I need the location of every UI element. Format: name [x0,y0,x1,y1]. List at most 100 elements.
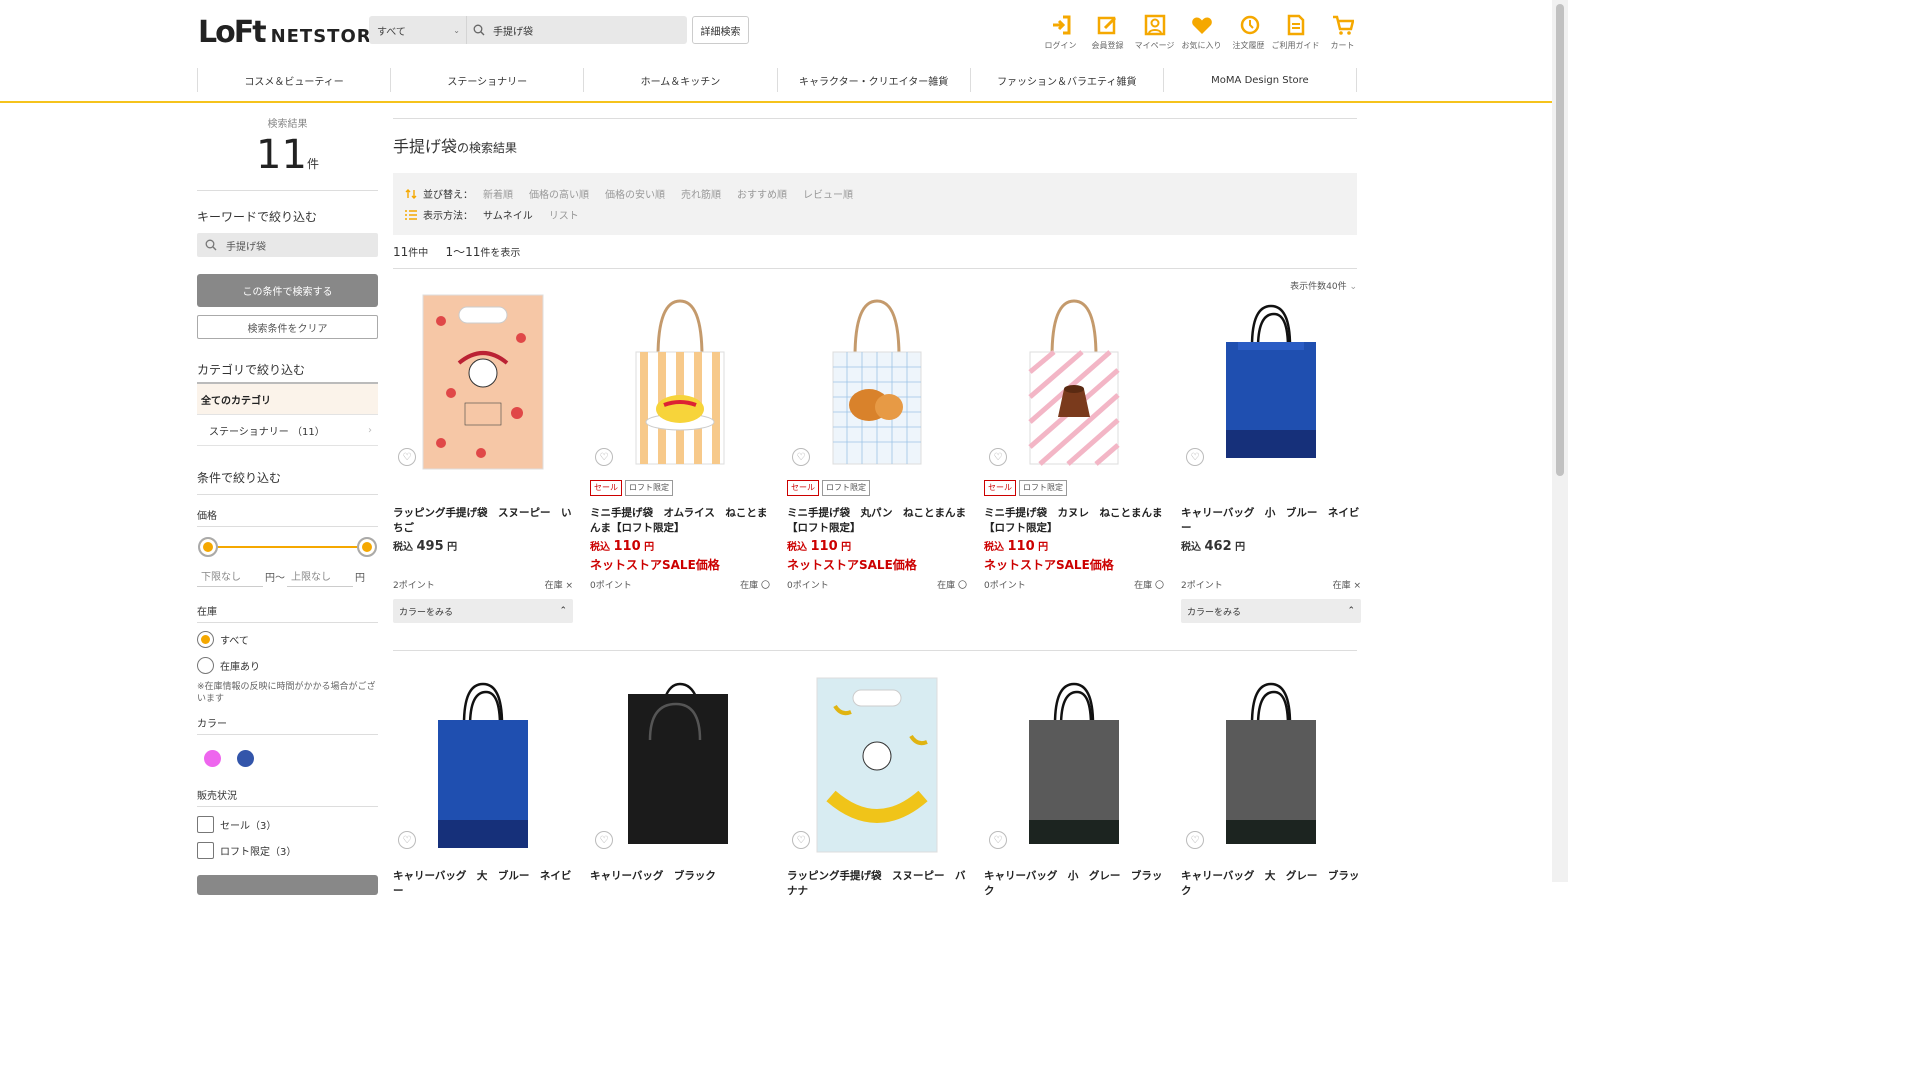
nav-stationery[interactable]: ステーショナリー [390,68,583,92]
color-swatch-pink[interactable] [204,750,221,767]
favorite-heart-icon[interactable]: ♡ [398,448,416,466]
favorite-heart-icon[interactable]: ♡ [595,831,613,849]
sort-price-high[interactable]: 価格の高い順 [529,186,589,201]
product-image[interactable]: ♡ [787,675,967,855]
price-slider-min-handle[interactable] [198,537,218,557]
sale-tag: セール [984,480,1016,496]
sort-newest[interactable]: 新着順 [483,186,513,201]
product-card[interactable]: ♡ キャリーバッグ 大 グレー ブラック [1181,675,1361,899]
history-link[interactable]: 注文履歴 [1225,14,1272,51]
color-swatch-navy[interactable] [237,750,254,767]
product-image[interactable]: ♡ [984,292,1164,472]
result-range-suffix: 件を表示 [480,248,521,259]
category-stationery-label: ステーショナリー （11） [209,426,325,438]
product-name[interactable]: キャリーバッグ 小 ブルー ネイビー [1181,506,1361,536]
keyword-filter-input[interactable]: 手提げ袋 [197,233,378,257]
stock-all-label: すべて [220,635,249,647]
product-card[interactable]: ♡ キャリーバッグ 小 ブルー ネイビー 税込 462 円 2ポイント 在庫 × … [1181,292,1361,623]
loft-limited-checkbox[interactable]: ロフト限定（3） [197,839,378,861]
favorite-heart-icon[interactable]: ♡ [1186,448,1204,466]
nav-cosme[interactable]: コスメ＆ビューティー [197,68,390,92]
product-image[interactable]: ♡ [590,292,770,472]
price-slider-track [207,546,368,548]
stock-in-radio[interactable]: 在庫あり [197,654,378,676]
product-card[interactable]: ♡ セール ロフト限定 ミニ手提げ袋 オムライス ねことまんま【ロフト限定】 税… [590,292,770,623]
price-slider[interactable] [197,537,378,557]
product-name[interactable]: キャリーバッグ 小 グレー ブラック [984,869,1164,899]
favorite-heart-icon[interactable]: ♡ [1186,831,1204,849]
mypage-link[interactable]: マイページ [1131,14,1178,51]
guide-link[interactable]: ご利用ガイド [1272,14,1320,51]
apply-filter-button-bottom[interactable] [197,875,378,895]
product-image[interactable]: ♡ [1181,675,1361,855]
nav-moma[interactable]: MoMA Design Store [1162,68,1358,92]
sale-checkbox[interactable]: セール（3） [197,813,378,835]
apply-filter-button[interactable]: この条件で検索する [197,274,378,307]
product-name[interactable]: ミニ手提げ袋 丸パン ねことまんま【ロフト限定】 [787,506,967,536]
sort-best-selling[interactable]: 売れ筋順 [681,186,721,201]
logo-loft: LoFt [198,15,267,50]
product-name[interactable]: キャリーバッグ 大 グレー ブラック [1181,869,1361,899]
view-list[interactable]: リスト [549,207,579,222]
favorite-heart-icon[interactable]: ♡ [989,448,1007,466]
stock-all-radio[interactable]: すべて [197,628,378,650]
product-points: 0ポイント [787,581,829,591]
search-input[interactable]: 手提げ袋 [467,16,687,44]
view-thumbnail[interactable]: サムネイル [483,207,533,222]
favorite-heart-icon[interactable]: ♡ [792,831,810,849]
product-image[interactable]: ♡ [1181,292,1361,472]
favorite-heart-icon[interactable]: ♡ [989,831,1007,849]
site-logo[interactable]: LoFt NETSTORE [198,16,385,48]
register-link[interactable]: 会員登録 [1084,14,1131,51]
price-slider-max-handle[interactable] [357,537,377,557]
product-name[interactable]: ラッピング手提げ袋 スヌーピー いちご [393,506,573,536]
product-card[interactable]: ♡ ラッピング手提げ袋 スヌーピー いちご 税込 495 円 2ポイント 在庫 ×… [393,292,573,623]
product-name[interactable]: キャリーバッグ 大 ブルー ネイビー [393,869,573,899]
product-card[interactable]: ♡ セール ロフト限定 ミニ手提げ袋 丸パン ねことまんま【ロフト限定】 税込 … [787,292,967,623]
favorite-heart-icon[interactable]: ♡ [792,448,810,466]
login-link[interactable]: ログイン [1037,14,1084,51]
per-page-select[interactable]: 表示件数40件 ⌄ [393,279,1357,292]
favorite-link[interactable]: お気に入り [1178,14,1225,51]
scrollbar-thumb[interactable] [1556,4,1564,476]
product-card[interactable]: ♡ キャリーバッグ 大 ブルー ネイビー [393,675,573,899]
product-card[interactable]: ♡ セール ロフト限定 ミニ手提げ袋 カヌレ ねことまんま【ロフト限定】 税込 … [984,292,1164,623]
nav-fashion[interactable]: ファッション＆バラエティ雑貨 [969,68,1163,92]
sort-recommended[interactable]: おすすめ順 [737,186,787,201]
product-tags [393,480,573,496]
cart-link[interactable]: カート [1319,14,1366,51]
price-max-input[interactable]: 上限なし [287,565,353,587]
product-card[interactable]: ♡ ラッピング手提げ袋 スヌーピー バナナ [787,675,967,899]
sort-review[interactable]: レビュー順 [803,186,853,201]
search-category-select[interactable]: すべて ⌄ [369,16,467,44]
nav-home-kitchen[interactable]: ホーム＆キッチン [583,68,776,92]
product-image[interactable]: ♡ [984,675,1164,855]
sale-tag: セール [787,480,819,496]
nav-character[interactable]: キャラクター・クリエイター雑貨 [776,68,970,92]
product-image[interactable]: ♡ [393,675,573,855]
product-image[interactable]: ♡ [393,292,573,472]
sort-price-low[interactable]: 価格の安い順 [605,186,665,201]
loft-limited-tag: ロフト限定 [1019,480,1067,496]
product-name[interactable]: ミニ手提げ袋 カヌレ ねことまんま【ロフト限定】 [984,506,1164,536]
chevron-up-icon: ⌃ [1347,606,1355,616]
product-image[interactable]: ♡ [590,675,770,855]
product-name[interactable]: ミニ手提げ袋 オムライス ねことまんま【ロフト限定】 [590,506,770,536]
product-image[interactable]: ♡ [787,292,967,472]
category-all[interactable]: 全てのカテゴリ [197,382,378,414]
favorite-icon [1191,17,1212,34]
view-colors-button[interactable]: カラーをみる ⌃ [393,599,573,623]
product-card[interactable]: ♡ キャリーバッグ 小 グレー ブラック [984,675,1164,899]
page-scrollbar[interactable] [1552,0,1568,882]
view-colors-button[interactable]: カラーをみる ⌃ [1181,599,1361,623]
advanced-search-button[interactable]: 詳細検索 [692,16,749,44]
product-price: 税込 462 円 [1181,538,1361,554]
favorite-heart-icon[interactable]: ♡ [595,448,613,466]
category-stationery[interactable]: ステーショナリー （11） › [197,414,378,446]
product-card[interactable]: ♡ キャリーバッグ ブラック [590,675,770,899]
product-name[interactable]: ラッピング手提げ袋 スヌーピー バナナ [787,869,967,899]
price-min-input[interactable]: 下限なし [197,565,263,587]
favorite-heart-icon[interactable]: ♡ [398,831,416,849]
clear-filter-button[interactable]: 検索条件をクリア [197,315,378,339]
product-name[interactable]: キャリーバッグ ブラック [590,869,770,899]
